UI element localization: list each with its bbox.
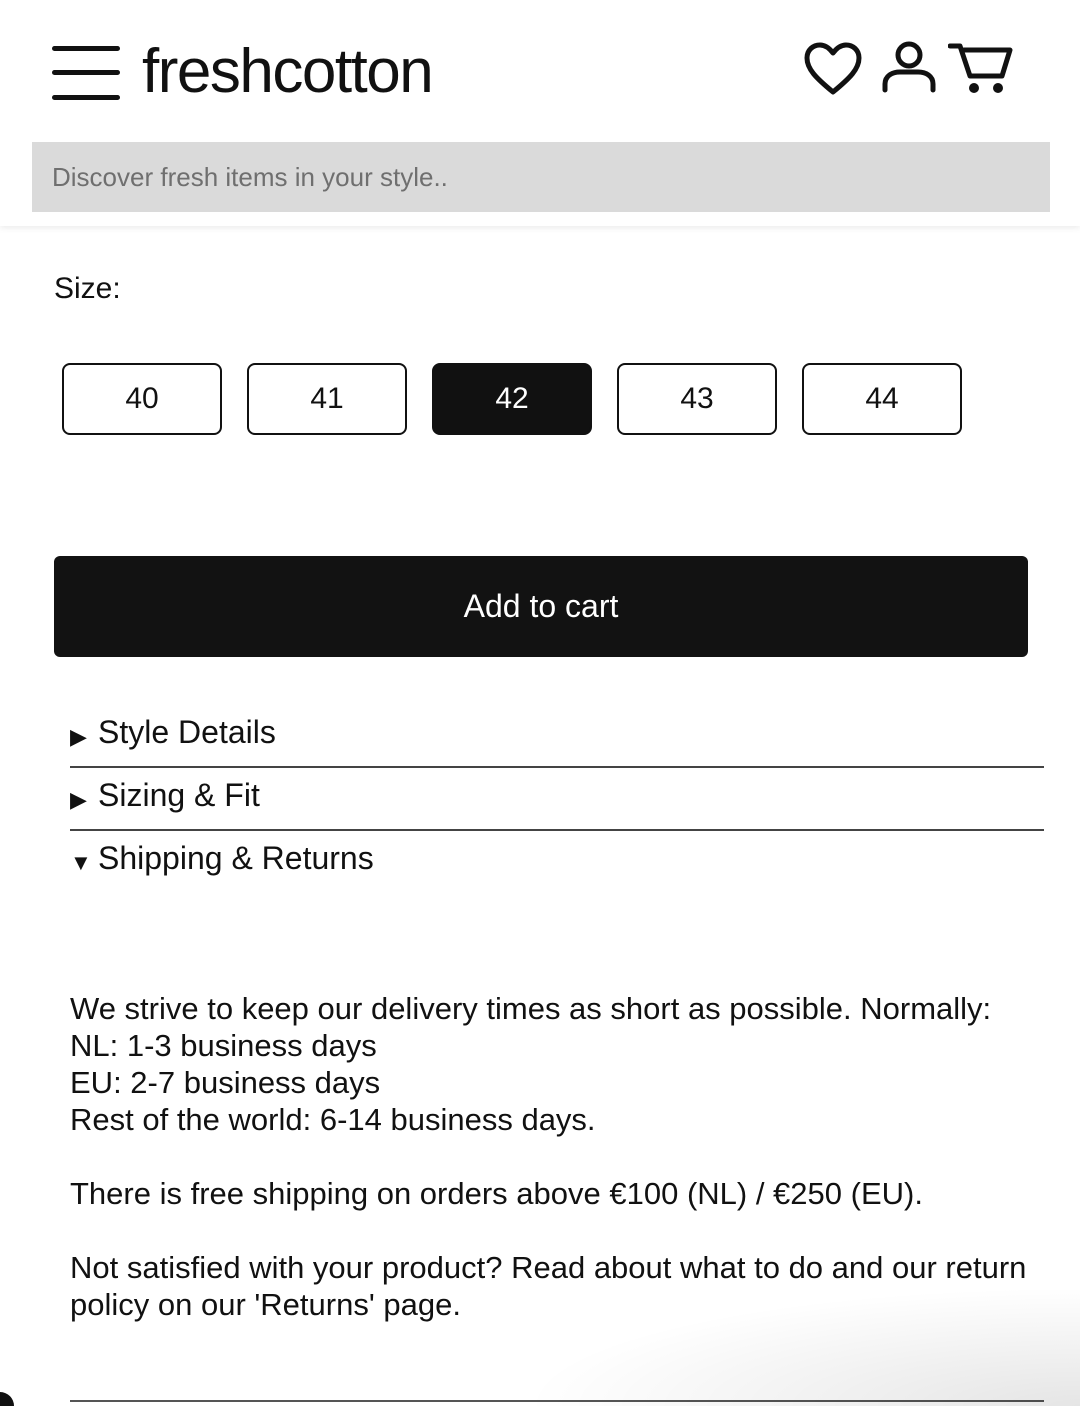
- free-shipping-text: There is free shipping on orders above €…: [70, 1176, 923, 1211]
- size-selector: 40 41 42 43 44: [62, 363, 962, 435]
- shipping-returns-content: We strive to keep our delivery times as …: [70, 990, 1050, 1323]
- shipping-intro: We strive to keep our delivery times as …: [70, 991, 992, 1026]
- size-option-42-selected[interactable]: 42: [432, 363, 592, 435]
- accordion-sizing-fit[interactable]: ▶ Sizing & Fit: [70, 769, 1044, 831]
- accordion-label: Shipping & Returns: [98, 840, 374, 876]
- accordion-style-details[interactable]: ▶ Style Details: [70, 706, 1044, 768]
- size-label: Size:: [54, 272, 121, 305]
- accordion-shipping-returns[interactable]: ▼ Shipping & Returns: [70, 832, 1044, 894]
- accordion-label: Style Details: [98, 714, 276, 750]
- size-option-43[interactable]: 43: [617, 363, 777, 435]
- shipping-nl: NL: 1-3 business days: [70, 1028, 377, 1063]
- shipping-eu: EU: 2-7 business days: [70, 1065, 381, 1100]
- expand-arrow-icon: ▶: [70, 787, 87, 812]
- product-page: freshcotton Size: 40 41 42 43 44: [0, 0, 1080, 1406]
- wishlist-heart-icon[interactable]: [802, 38, 864, 100]
- window-corner: [0, 1392, 14, 1406]
- size-option-44[interactable]: 44: [802, 363, 962, 435]
- site-header: freshcotton: [0, 0, 1080, 226]
- site-logo[interactable]: freshcotton: [142, 34, 434, 110]
- cart-icon[interactable]: [947, 38, 1013, 100]
- add-to-cart-button[interactable]: Add to cart: [54, 556, 1028, 657]
- shipping-rest-of-world: Rest of the world: 6-14 business days.: [70, 1102, 596, 1137]
- expand-arrow-icon: ▶: [70, 724, 87, 749]
- divider: [70, 1400, 1044, 1402]
- accordion-label: Sizing & Fit: [98, 777, 260, 813]
- returns-text: Not satisfied with your product? Read ab…: [70, 1250, 1027, 1322]
- account-user-icon[interactable]: [878, 38, 940, 100]
- size-option-40[interactable]: 40: [62, 363, 222, 435]
- size-option-41[interactable]: 41: [247, 363, 407, 435]
- collapse-arrow-icon: ▼: [70, 850, 92, 875]
- menu-icon[interactable]: [52, 46, 120, 100]
- search-input[interactable]: [32, 142, 1050, 212]
